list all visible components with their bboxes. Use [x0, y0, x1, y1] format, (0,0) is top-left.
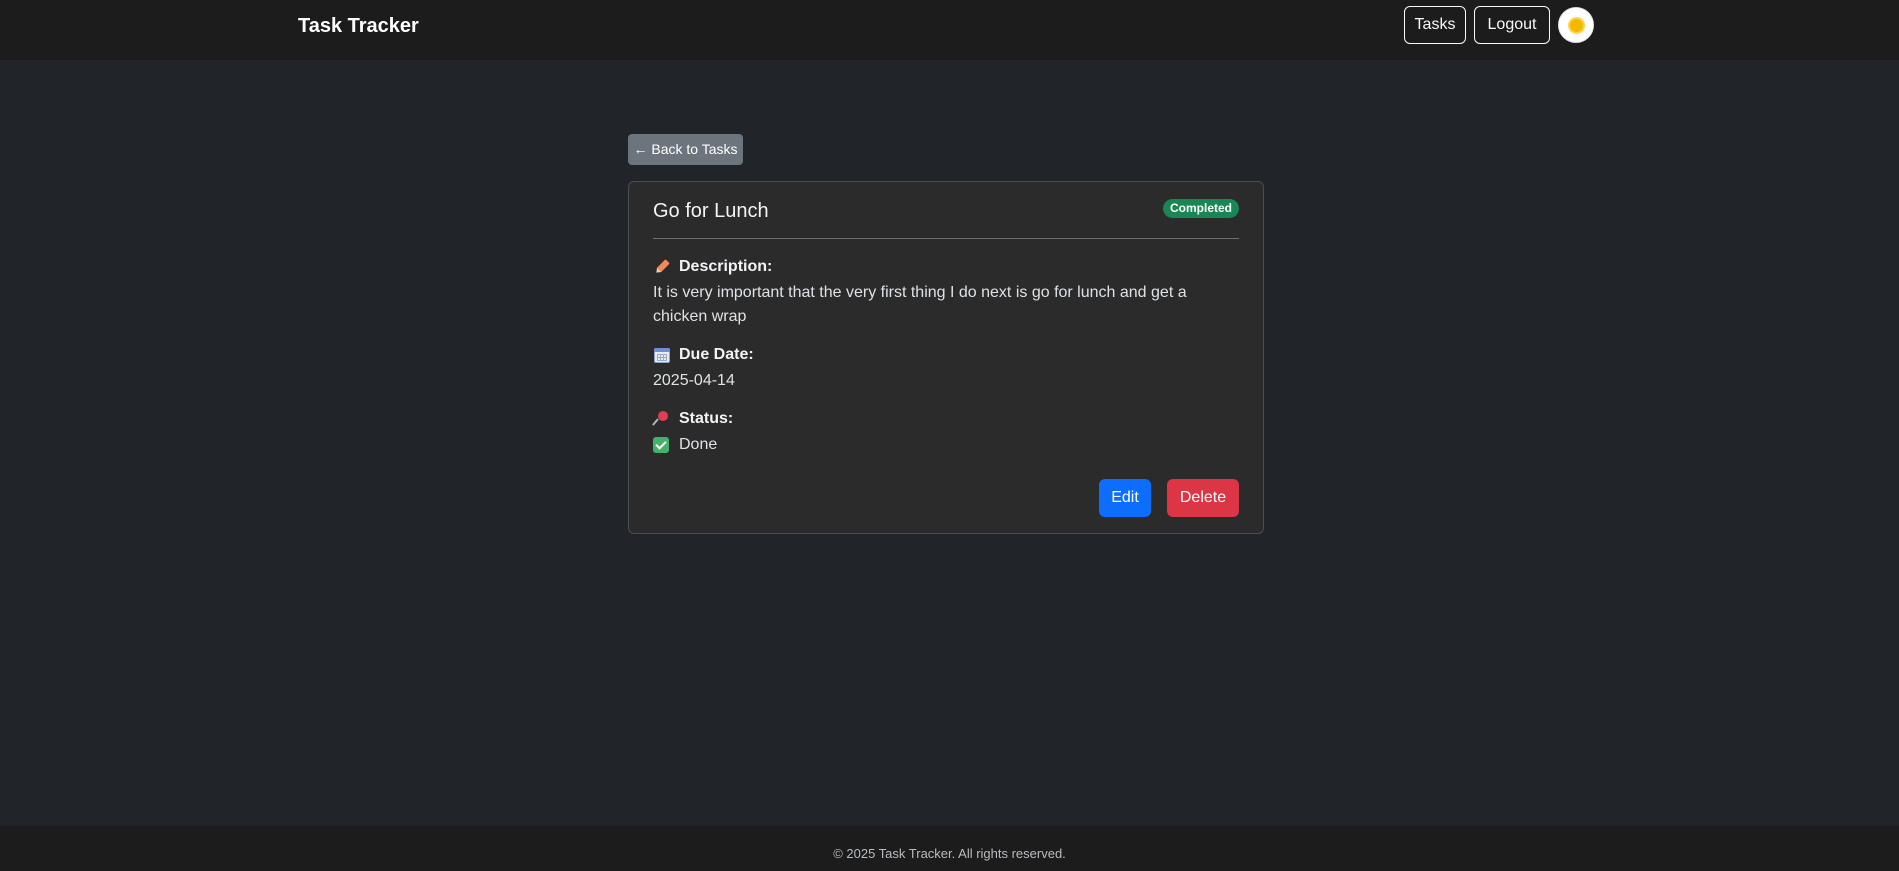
sun-icon — [1570, 19, 1583, 32]
divider — [653, 238, 1239, 239]
status-label: Status: — [652, 410, 734, 428]
pushpin-icon — [652, 410, 671, 428]
edit-button[interactable]: Edit — [1099, 479, 1151, 517]
status-value: Done — [653, 433, 1239, 457]
footer: © 2025 Task Tracker. All rights reserved… — [0, 826, 1899, 871]
delete-button[interactable]: Delete — [1167, 479, 1239, 517]
status-label-text: Status: — [679, 410, 734, 427]
status-badge: Completed — [1162, 199, 1239, 218]
task-detail-card: Go for Lunch Completed Description: It i… — [628, 181, 1264, 534]
due-date-label: Due Date: — [653, 346, 754, 364]
description-label-text: Description: — [679, 258, 773, 275]
back-to-tasks-button[interactable]: ← Back to Tasks — [628, 134, 743, 165]
due-date-label-text: Due Date: — [679, 346, 754, 363]
theme-toggle-button[interactable] — [1558, 7, 1594, 43]
check-box-icon — [653, 437, 669, 453]
navbar: Task Tracker Tasks Logout — [0, 0, 1899, 60]
description-text: It is very important that the very first… — [653, 284, 1187, 325]
calendar-icon — [653, 346, 671, 364]
brand-title[interactable]: Task Tracker — [298, 15, 419, 38]
tasks-nav-button[interactable]: Tasks — [1404, 6, 1466, 44]
pencil-icon — [649, 254, 674, 279]
status-value-text: Done — [679, 436, 718, 453]
description-label: Description: — [653, 258, 772, 276]
footer-copyright: © 2025 Task Tracker. All rights reserved… — [833, 846, 1066, 861]
logout-button[interactable]: Logout — [1474, 6, 1550, 44]
due-date-value: 2025-04-14 — [653, 372, 735, 389]
task-title: Go for Lunch — [653, 200, 769, 222]
